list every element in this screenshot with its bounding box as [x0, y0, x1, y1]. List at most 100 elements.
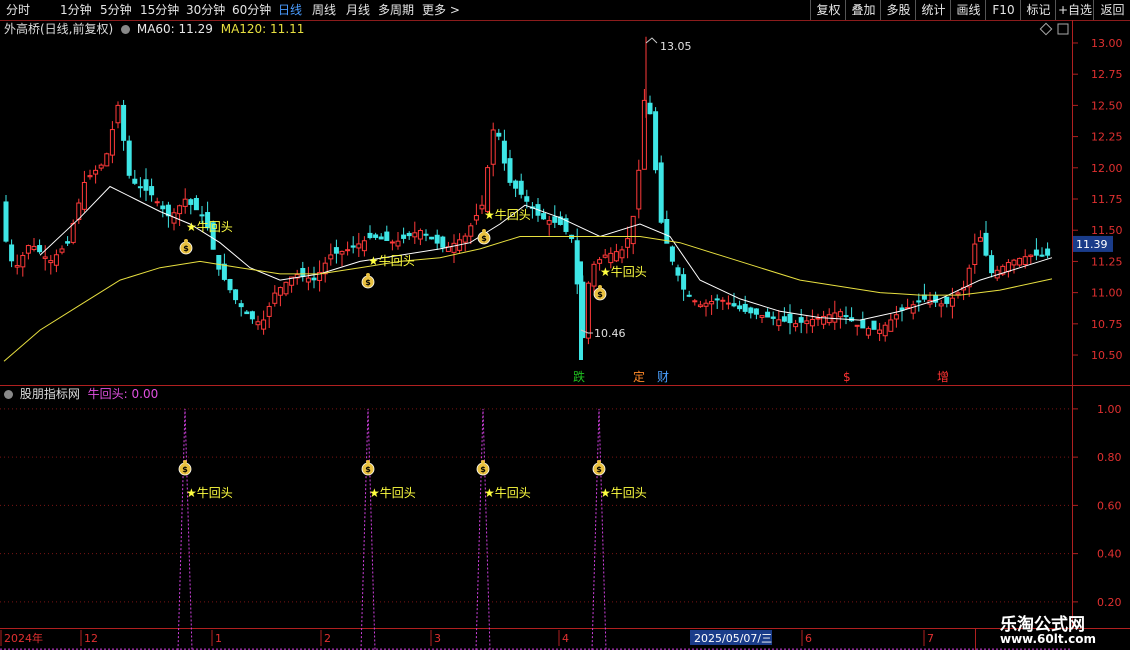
- indicator-settings-icon[interactable]: [4, 390, 13, 399]
- candle-body: [384, 231, 390, 241]
- price-tick-label: 12.00: [1091, 162, 1123, 175]
- candle-body: [714, 298, 720, 301]
- candle-body: [703, 302, 709, 307]
- candle-body: [468, 225, 474, 237]
- candle-body: [989, 255, 995, 274]
- candle-body: [182, 198, 188, 207]
- candle-body: [350, 245, 356, 248]
- candle-body: [143, 179, 149, 191]
- candle-body: [20, 255, 26, 268]
- candle-body: [305, 277, 311, 283]
- candle-body: [720, 299, 726, 302]
- candle-body: [345, 249, 351, 252]
- indicator-spike-2: [475, 408, 491, 650]
- candle-body: [300, 268, 306, 277]
- chart-canvas: 10.5010.7511.0011.2511.5011.7512.0012.25…: [0, 20, 1130, 650]
- watermark-url: www.60lt.com: [1000, 632, 1097, 646]
- candle-body: [389, 241, 395, 244]
- money-bag-knot: [598, 285, 602, 289]
- price-tick-label: 12.50: [1091, 99, 1123, 112]
- candle-body: [770, 316, 776, 319]
- settings-circle-icon[interactable]: [121, 25, 131, 34]
- price-tick-label: 12.75: [1091, 68, 1123, 81]
- candle-body: [238, 303, 244, 308]
- candle-body: [149, 186, 155, 196]
- candle-body: [249, 311, 255, 320]
- candle-body: [977, 237, 983, 242]
- candle-body: [843, 315, 849, 318]
- indicator-tick-label: 0.80: [1097, 451, 1122, 464]
- candle-body: [737, 305, 743, 310]
- candle-body: [1017, 257, 1023, 266]
- candle-body: [675, 267, 681, 276]
- candle-body: [865, 328, 871, 336]
- candle-body: [1028, 254, 1034, 258]
- square-icon: [1057, 23, 1069, 35]
- time-label-1: 12: [84, 632, 98, 645]
- money-bag-symbol: $: [596, 465, 602, 474]
- candle-body: [31, 245, 37, 251]
- candle-body: [832, 312, 838, 323]
- money-bag-knot: [597, 460, 601, 464]
- candle-body: [70, 223, 76, 243]
- indicator-tick-label: 0.60: [1097, 499, 1122, 512]
- candle-body: [104, 153, 110, 167]
- money-bag-symbol: $: [365, 278, 371, 287]
- candle-body: [933, 295, 939, 303]
- candle-body: [804, 320, 810, 325]
- low-label: 10.46: [594, 327, 626, 340]
- candle-body: [193, 198, 199, 211]
- stock-title: 外高桥(日线,前复权): [4, 22, 114, 36]
- candle-body: [266, 306, 272, 317]
- candle-body: [871, 320, 877, 330]
- candle-body: [216, 254, 222, 270]
- price-tick-label: 11.50: [1091, 224, 1123, 237]
- candle-body: [625, 238, 631, 248]
- candle-body: [585, 282, 591, 339]
- price-tick-label: 10.50: [1091, 349, 1123, 362]
- candle-body: [121, 104, 127, 141]
- candle-body: [944, 296, 950, 304]
- candle-body: [759, 315, 765, 318]
- candle-body: [177, 205, 183, 215]
- candle-body: [893, 314, 899, 320]
- candle-body: [781, 316, 787, 322]
- candle-body: [160, 205, 166, 210]
- indicator-signal-label-3: ★牛回头: [600, 485, 647, 500]
- candle-body: [473, 215, 479, 221]
- time-label-2: 1: [215, 632, 222, 645]
- ma120-label: MA120: 11.11: [220, 22, 305, 36]
- event-mark-2: 财: [657, 370, 669, 384]
- candle-body: [574, 240, 580, 285]
- candle-body: [888, 319, 894, 332]
- candle-body: [423, 233, 429, 236]
- money-bag-knot: [482, 229, 486, 233]
- money-bag-symbol: $: [365, 465, 371, 474]
- high-label: 13.05: [660, 40, 692, 53]
- candle-body: [798, 317, 804, 323]
- ma60-line: [39, 185, 1053, 321]
- money-bag-symbol: $: [183, 244, 189, 253]
- candle-body: [42, 256, 48, 259]
- price-tick-label: 12.25: [1091, 131, 1123, 144]
- money-bag-symbol: $: [481, 234, 487, 243]
- indicator-signal-label-2: ★牛回头: [484, 485, 531, 500]
- candle-body: [681, 274, 687, 290]
- candle-body: [815, 317, 821, 320]
- candle-body: [48, 260, 54, 264]
- candle-body: [1033, 249, 1039, 256]
- money-bag-knot: [366, 273, 370, 277]
- candle-body: [731, 303, 737, 307]
- candle-body: [272, 292, 278, 304]
- candle-body: [311, 277, 317, 281]
- indicator-signal-label-0: ★牛回头: [186, 485, 233, 500]
- indicator-tick-label: 0.20: [1097, 596, 1122, 609]
- candle-body: [339, 250, 345, 255]
- candle-body: [59, 248, 65, 253]
- candle-body: [356, 243, 362, 249]
- price-tick-label: 11.25: [1091, 255, 1123, 268]
- candle-body: [429, 236, 435, 240]
- candle-body: [98, 164, 104, 169]
- candle-body: [636, 169, 642, 210]
- candle-body: [613, 251, 619, 262]
